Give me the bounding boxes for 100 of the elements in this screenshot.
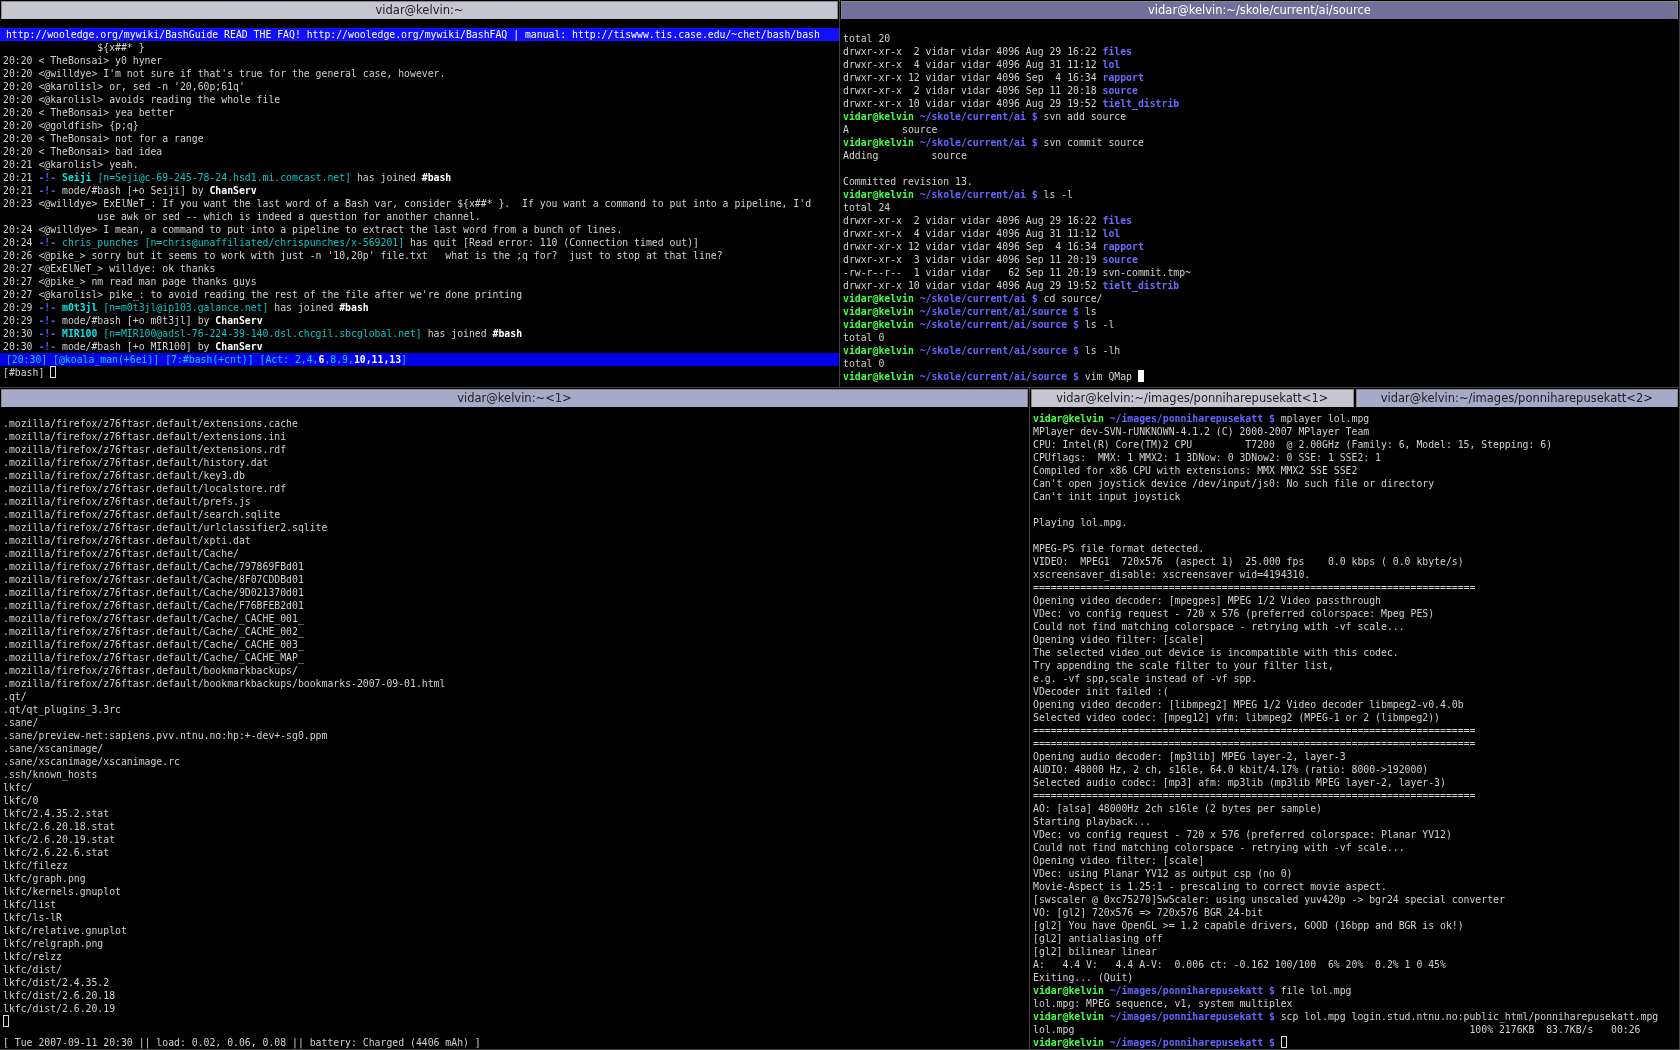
terminal-line: The selected video_out device is incompatible with this codec. xyxy=(1033,646,1400,659)
highlighted-text: #bash xyxy=(339,302,369,313)
timestamp: 20:20 xyxy=(3,107,33,118)
window-tab[interactable]: vidar@kelvin:~/images/ponniharepusekatt<2> xyxy=(1355,389,1678,407)
terminal-line: .mozilla/firefox/z76ftasr.default/Cache/ xyxy=(3,547,240,560)
message-text: < TheBonsai> bad idea xyxy=(38,146,163,157)
file-details: drwxr-xr-x 2 vidar vidar 4096 Aug 29 16:22 xyxy=(843,46,1097,57)
terminal-line: lkfc/filezz xyxy=(3,859,69,872)
terminal-line: VDecoder init failed :( xyxy=(1033,685,1170,698)
terminal-line: .mozilla/firefox/z76ftasr.default/prefs.js xyxy=(3,495,252,508)
file-details: drwxr-xr-x 4 vidar vidar 4096 Aug 31 11:12 xyxy=(843,228,1097,239)
terminal-line: Starting playback... xyxy=(1033,815,1152,828)
terminal-line: .mozilla/firefox/z76ftasr.default/Cache/8F07CDDBd01 xyxy=(3,573,305,586)
terminal-line: A: 4.4 V: 4.4 A-V: 0.006 ct: -0.162 100/100 6% 20% 0.2% 1 0 45% xyxy=(1033,958,1447,971)
event-marker: -!- xyxy=(38,302,57,313)
terminal-line: Opening video decoder: [mpegpes] MPEG 1/2 Video passthrough xyxy=(1033,594,1382,607)
prompt-user: vidar@kelvin xyxy=(1033,413,1104,424)
terminal-line: .mozilla/firefox/z76ftasr.default/extensions.rdf xyxy=(3,443,288,456)
prompt-user: vidar@kelvin xyxy=(843,345,914,356)
event-marker: -!- xyxy=(38,237,57,248)
event-marker: -!- xyxy=(38,172,57,183)
terminal-line: Compiled for x86 CPU with extensions: MMX MMX2 SSE SSE2 xyxy=(1033,464,1359,477)
highlighted-text: ChanServ xyxy=(215,341,263,352)
terminal-line: [gl2] You have OpenGL >= 1.2 capable drivers, GOOD (16bpp and BGR is ok!) xyxy=(1033,919,1465,932)
terminal-line: Can't init input joystick xyxy=(1033,490,1182,503)
terminal-line: [gl2] antialiasing off xyxy=(1033,932,1164,945)
terminal-line: .mozilla/firefox/z76ftasr.default/localstore.rdf xyxy=(3,482,288,495)
terminal-line: lkfc/relative.gnuplot xyxy=(3,924,128,937)
timestamp: 20:20 xyxy=(3,68,33,79)
prompt-path: ~/skole/current/ai/source xyxy=(919,371,1068,382)
hostmask: [n=MIR100@adsl-76-224-39-140.dsl.chcgil.sbcglobal.net] xyxy=(103,328,422,339)
terminal-line: total 0 xyxy=(843,357,886,370)
directory-name: lol xyxy=(1102,59,1121,70)
file-details: drwxr-xr-x 10 vidar vidar 4096 Aug 29 19:52 xyxy=(843,280,1097,291)
message-text: <@karolisl> yeah. xyxy=(38,159,139,170)
terminal-line: .mozilla/firefox/z76ftasr.default/Cache/F76BFEB2d01 xyxy=(3,599,305,612)
prompt-path: ~/skole/current/ai xyxy=(919,189,1026,200)
timestamp: 20:27 xyxy=(3,289,33,300)
timestamp: 20:24 xyxy=(3,237,33,248)
message-text: <@willdye> I'm not sure if that's true for the general case, however. xyxy=(38,68,446,79)
directory-name: rapport xyxy=(1102,72,1144,83)
file-details: drwxr-xr-x 10 vidar vidar 4096 Aug 29 19:52 xyxy=(843,98,1097,109)
file-details: drwxr-xr-x 3 vidar vidar 4096 Sep 11 20:19 xyxy=(843,254,1097,265)
terminal-line: ${x##* } xyxy=(96,41,146,54)
prompt-user: vidar@kelvin xyxy=(843,319,914,330)
timestamp: 20:20 xyxy=(3,146,33,157)
directory-name: tielt_distrib xyxy=(1102,280,1180,291)
hostmask: chris_punches xyxy=(62,237,139,248)
message-text: has joined xyxy=(427,328,487,339)
directory-name: rapport xyxy=(1102,241,1144,252)
terminal-line: lkfc/relzz xyxy=(3,950,63,963)
terminal-line: Opening video filter: [scale] xyxy=(1033,633,1206,646)
window-tab[interactable]: vidar@kelvin:~/images/ponniharepusekatt<1> xyxy=(1031,389,1354,407)
terminal-line: .sane/xscanimage/xscanimage.rc xyxy=(3,755,181,768)
activity-number: ,8,9, xyxy=(324,354,354,365)
command-text: scp lol.mpg login.stud.ntnu.no:public_html/ponniharepusekatt.mpg xyxy=(1280,1011,1659,1022)
terminal-line: =========================================================================== xyxy=(1033,724,1477,737)
terminal-line: CPU: Intel(R) Core(TM)2 CPU T7200 @ 2.00GHz (Family: 6, Model: 15, Stepping: 6) xyxy=(1033,438,1554,451)
prompt-user: vidar@kelvin xyxy=(843,189,914,200)
terminal-line: lkfc/dist/ xyxy=(3,963,63,976)
terminal-line: Exiting... (Quit) xyxy=(1033,971,1135,984)
terminal-line: lkfc/dist/2.6.20.19 xyxy=(3,1002,117,1015)
terminal-line: =========================================================================== xyxy=(1033,789,1477,802)
terminal-line: Can't open joystick device /dev/input/js0: No such file or directory xyxy=(1033,477,1436,490)
activity-number: 6 xyxy=(318,354,325,365)
window-tab[interactable]: vidar@kelvin:~<1> xyxy=(1,389,1028,407)
message-text: mode/#bash [+o MIR100] by xyxy=(62,341,210,352)
timestamp: 20:23 xyxy=(3,198,33,209)
terminal-line: lol.mpg: MPEG sequence, v1, system multiplex xyxy=(1033,997,1294,1010)
terminal-line: lkfc/kernels.gnuplot xyxy=(3,885,122,898)
terminal-line: Playing lol.mpg. xyxy=(1033,516,1129,529)
terminal-line: Movie-Aspect is 1.25:1 - prescaling to correct movie aspect. xyxy=(1033,880,1388,893)
file-details: drwxr-xr-x 2 vidar vidar 4096 Aug 29 16:22 xyxy=(843,215,1097,226)
timestamp: 20:21 xyxy=(3,172,33,183)
terminal-line: .mozilla/firefox/z76ftasr.default/Cache/797869FBd01 xyxy=(3,560,305,573)
status-item: [20:30] xyxy=(5,354,48,365)
prompt-sign: $ xyxy=(1073,371,1079,382)
prompt-user: vidar@kelvin xyxy=(843,137,914,148)
file-details: drwxr-xr-x 12 vidar vidar 4096 Sep 4 16:34 xyxy=(843,241,1097,252)
terminal-line: =========================================================================== xyxy=(1033,737,1477,750)
terminal-line: [swscaler @ 0xc75270]SwScaler: using unscaled yuv420p -> bgr24 special converter xyxy=(1033,893,1506,906)
message-text: has quit [Read error: 110 (Connection timed out)] xyxy=(410,237,699,248)
terminal-line: .mozilla/firefox/z76ftasr.default/urlclassifier2.sqlite xyxy=(3,521,329,534)
terminal-line: lkfc/2.6.20.19.stat xyxy=(3,833,117,846)
message-text: has joined xyxy=(274,302,334,313)
message-text: < TheBonsai> not for a range xyxy=(38,133,204,144)
message-text: <@karolisl> pike_: to avoid reading the rest of the file after we're done printing xyxy=(38,289,523,300)
message-text: <@ExElNeT_> willdye: ok thanks xyxy=(38,263,216,274)
file-details: drwxr-xr-x 2 vidar vidar 4096 Sep 11 20:18 xyxy=(843,85,1097,96)
terminal-line: Selected video codec: [mpeg12] vfm: libmpeg2 (MPEG-1 or 2 (libmpeg2)) xyxy=(1033,711,1441,724)
prompt-path: ~/images/ponniharepusekatt xyxy=(1109,985,1264,996)
terminal-line: .qt/ xyxy=(3,690,28,703)
window-tab[interactable]: vidar@kelvin:~/skole/current/ai/source xyxy=(841,1,1678,19)
timestamp: 20:20 xyxy=(3,133,33,144)
terminal-line: VDec: vo config request - 720 x 576 (preferred colorspace: Planar YV12) xyxy=(1033,828,1453,841)
command-text: svn commit source xyxy=(1043,137,1144,148)
terminal-line: .sane/preview-net:sapiens.pvv.ntnu.no:hp:+-dev+-sg0.ppm xyxy=(3,729,329,742)
file-details: drwxr-xr-x 4 vidar vidar 4096 Aug 31 11:12 xyxy=(843,59,1097,70)
terminal-line: VDec: using Planar YV12 as output csp (no 0) xyxy=(1033,867,1294,880)
window-tab[interactable]: vidar@kelvin:~ xyxy=(1,1,838,19)
